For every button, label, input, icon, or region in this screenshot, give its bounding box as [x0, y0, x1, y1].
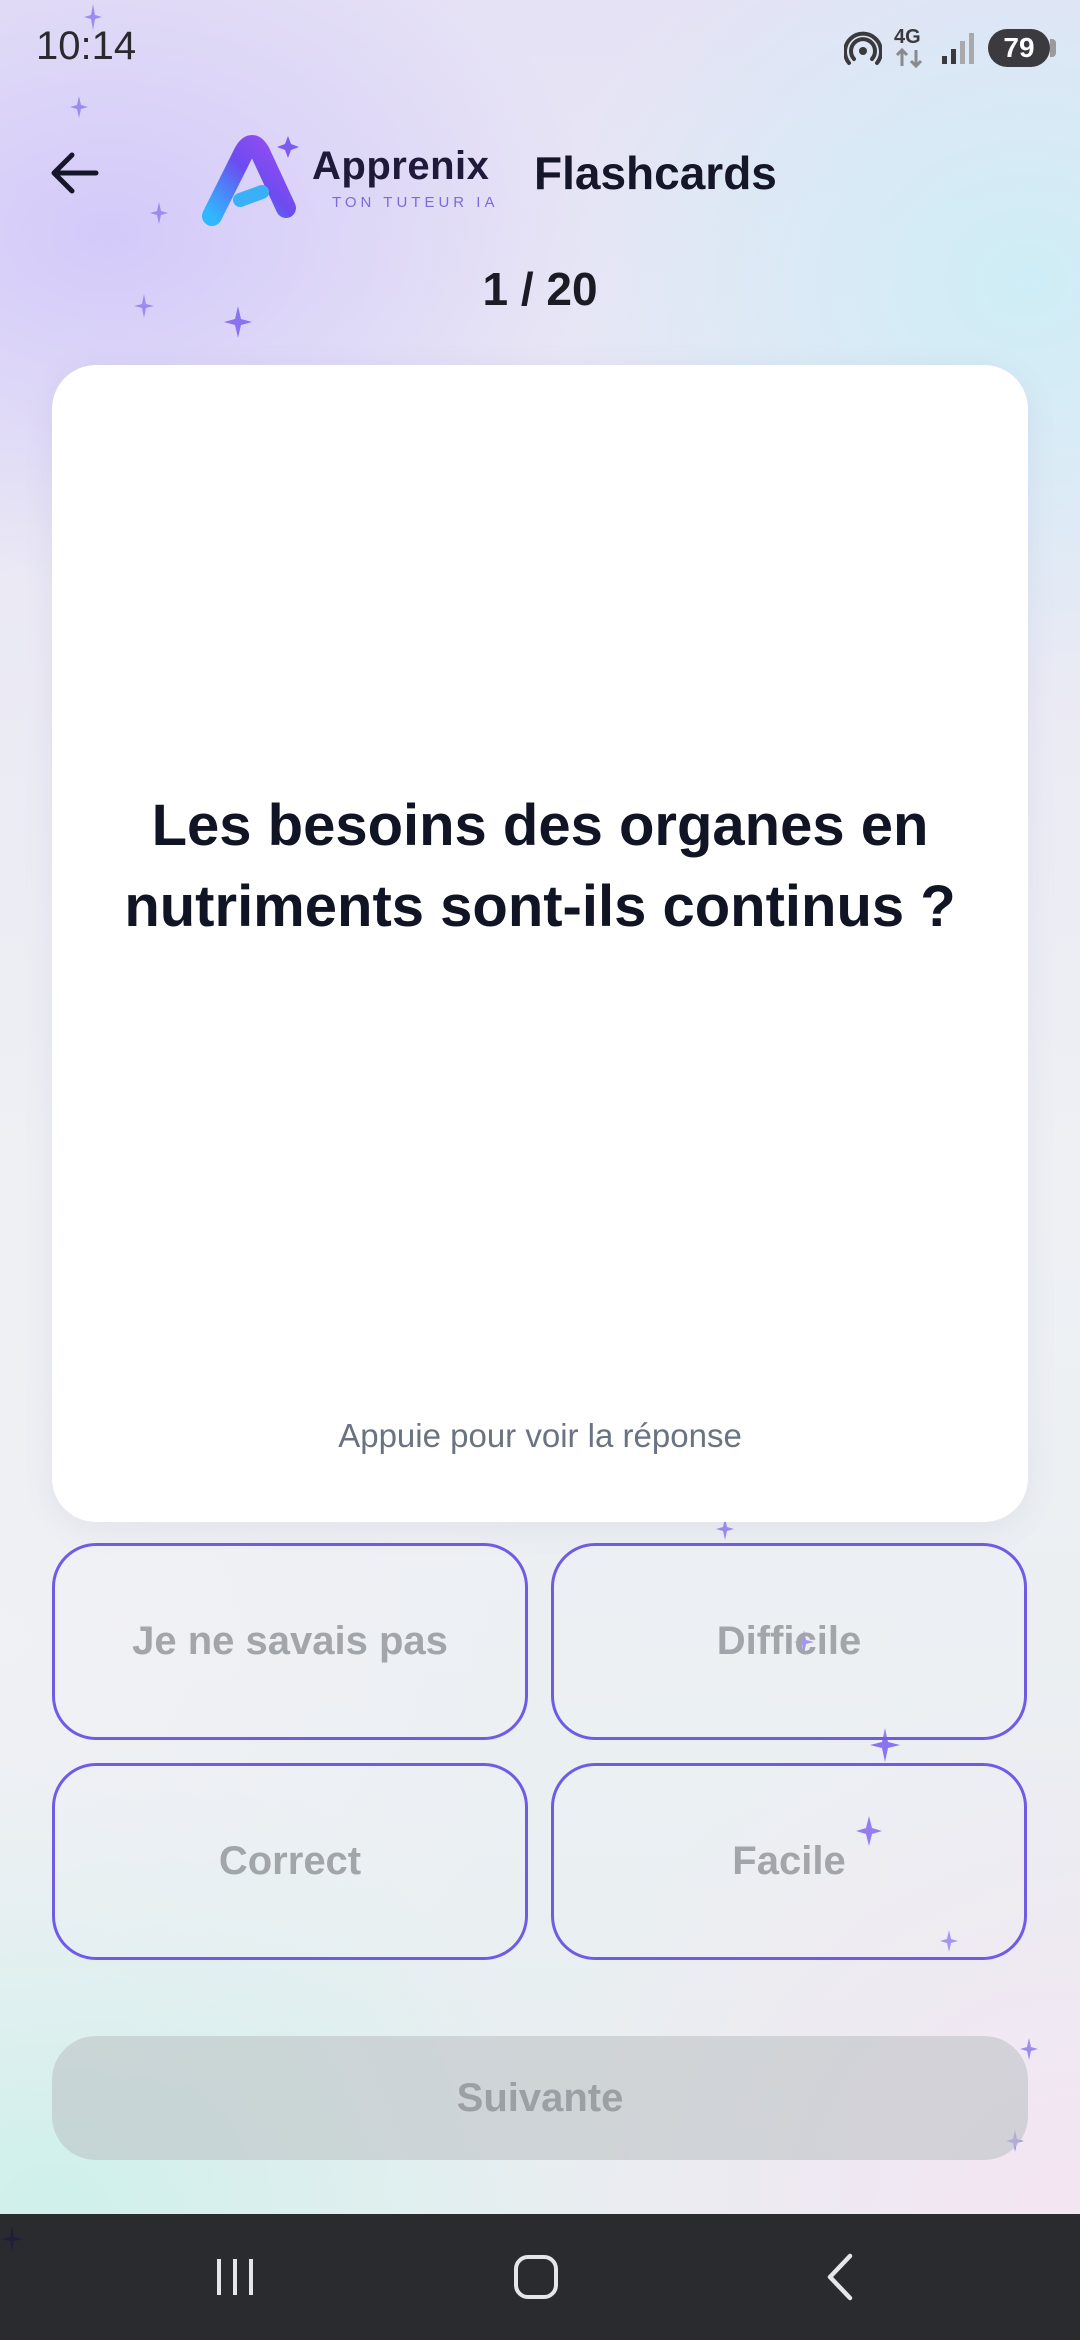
system-back-button[interactable] — [795, 2244, 885, 2314]
mobile-data-icon: 4G — [894, 26, 928, 68]
page-title: Flashcards — [534, 147, 777, 199]
sparkle-icon — [150, 202, 168, 229]
back-icon — [822, 2252, 858, 2307]
logo-name: Apprenix — [312, 144, 490, 188]
easy-button[interactable]: Facile — [551, 1763, 1027, 1960]
sparkle-icon — [84, 4, 102, 35]
recents-button[interactable] — [190, 2244, 280, 2314]
status-bar: 10:14 4G 79 — [0, 0, 1080, 100]
recents-icon — [213, 2255, 257, 2304]
back-button[interactable] — [40, 140, 110, 210]
network-label: 4G — [894, 26, 921, 48]
sparkle-icon — [716, 1518, 734, 1545]
home-button[interactable] — [491, 2244, 581, 2314]
card-question: Les besoins des organes en nutriments so… — [124, 793, 956, 939]
didnt-know-button[interactable]: Je ne savais pas — [52, 1543, 528, 1740]
sparkle-icon — [70, 96, 88, 123]
flashcard[interactable]: Les besoins des organes en nutriments so… — [52, 365, 1028, 1522]
logo-tagline: TON TUTEUR IA — [332, 194, 499, 211]
next-button[interactable]: Suivante — [52, 2036, 1028, 2160]
system-nav-bar — [0, 2214, 1080, 2340]
sparkle-icon — [224, 306, 252, 343]
home-icon — [512, 2253, 560, 2306]
signal-icon — [940, 30, 976, 66]
hotspot-icon — [844, 29, 882, 67]
correct-button[interactable]: Correct — [52, 1763, 528, 1960]
battery-icon: 79 — [988, 29, 1056, 67]
card-hint: Appuie pour voir la réponse — [338, 1417, 742, 1454]
difficult-button[interactable]: Difficile — [551, 1543, 1027, 1740]
apprenix-logo-icon — [200, 130, 310, 230]
progress-counter: 1 / 20 — [482, 263, 598, 315]
sparkle-icon — [0, 2226, 24, 2257]
arrow-left-icon — [50, 151, 100, 200]
logo: Apprenix TON TUTEUR IA — [200, 130, 500, 230]
status-icons: 4G 79 — [844, 26, 1056, 68]
sparkle-icon — [134, 294, 154, 323]
